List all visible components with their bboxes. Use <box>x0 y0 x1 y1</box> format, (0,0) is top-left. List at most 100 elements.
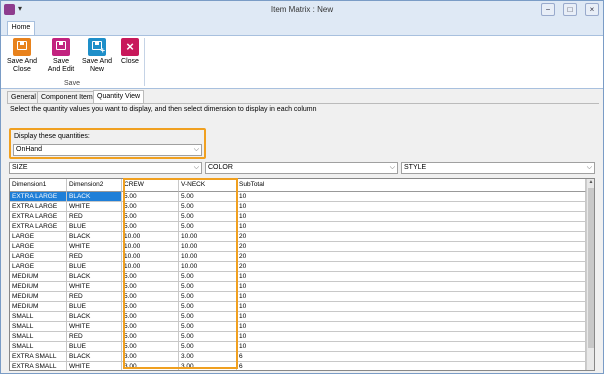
table-cell[interactable]: 10.00 <box>122 262 179 272</box>
table-cell[interactable]: 5.00 <box>122 202 179 212</box>
table-cell: WHITE <box>67 202 122 212</box>
quantity-grid[interactable]: Dimension1 Dimension2 CREW V-NECK SubTot… <box>9 178 595 371</box>
table-cell: RED <box>67 212 122 222</box>
table-cell[interactable]: 10.00 <box>179 232 237 242</box>
table-cell: BLACK <box>67 192 122 202</box>
ribbon-group-separator <box>144 38 145 86</box>
save-new-icon: + <box>88 38 106 56</box>
table-cell: BLUE <box>67 262 122 272</box>
table-cell: LARGE <box>10 252 67 262</box>
quantities-select[interactable]: OnHand ⌵ <box>13 144 202 156</box>
table-cell[interactable]: 5.00 <box>122 332 179 342</box>
table-cell: RED <box>67 332 122 342</box>
table-cell[interactable]: 10.00 <box>122 232 179 242</box>
table-cell[interactable]: 10.00 <box>179 262 237 272</box>
table-cell[interactable]: 5.00 <box>122 222 179 232</box>
table-cell[interactable]: 5.00 <box>122 292 179 302</box>
grid-scrollbar[interactable]: ▲ <box>586 179 594 370</box>
table-cell[interactable]: 10.00 <box>179 252 237 262</box>
table-cell[interactable]: 5.00 <box>179 342 237 352</box>
dimension3-select[interactable]: STYLE ⌵ <box>401 162 595 174</box>
table-cell: 10 <box>237 202 586 212</box>
table-cell: SMALL <box>10 312 67 322</box>
table-cell: EXTRA SMALL <box>10 362 67 370</box>
table-cell: 10 <box>237 192 586 202</box>
table-cell[interactable]: 5.00 <box>122 192 179 202</box>
save-and-close-button[interactable]: Save And Close <box>5 38 39 80</box>
ribbon-tab-strip: Home <box>1 21 603 35</box>
table-cell[interactable]: 10.00 <box>122 242 179 252</box>
table-cell[interactable]: 5.00 <box>179 282 237 292</box>
table-cell[interactable]: 5.00 <box>179 312 237 322</box>
table-cell: LARGE <box>10 262 67 272</box>
table-cell: RED <box>67 252 122 262</box>
table-cell: 10 <box>237 332 586 342</box>
table-cell: BLUE <box>67 222 122 232</box>
table-cell: BLACK <box>67 312 122 322</box>
scroll-thumb[interactable] <box>588 188 594 348</box>
table-cell[interactable]: 5.00 <box>122 212 179 222</box>
dimension1-select[interactable]: SIZE ⌵ <box>9 162 202 174</box>
table-cell[interactable]: 5.00 <box>179 322 237 332</box>
column-header[interactable]: V-NECK <box>179 179 237 192</box>
title-bar: ▾ Item Matrix : New − □ × <box>1 1 603 21</box>
table-cell[interactable]: 3.00 <box>122 352 179 362</box>
close-icon: × <box>121 38 139 56</box>
column-header[interactable]: Dimension2 <box>67 179 122 192</box>
table-cell: BLUE <box>67 302 122 312</box>
dimension2-select[interactable]: COLOR ⌵ <box>205 162 398 174</box>
ribbon-tab-home[interactable]: Home <box>7 21 35 35</box>
table-cell[interactable]: 5.00 <box>179 292 237 302</box>
table-cell[interactable]: 5.00 <box>179 332 237 342</box>
save-and-edit-button[interactable]: Save And Edit <box>43 38 79 80</box>
table-cell[interactable]: 5.00 <box>122 322 179 332</box>
column-header[interactable]: Dimension1 <box>10 179 67 192</box>
close-window-button[interactable]: × <box>585 3 599 16</box>
table-cell[interactable]: 5.00 <box>179 302 237 312</box>
column-header[interactable]: SubTotal <box>237 179 586 192</box>
scroll-up-icon[interactable]: ▲ <box>587 179 594 187</box>
table-cell[interactable]: 3.00 <box>179 352 237 362</box>
table-cell[interactable]: 5.00 <box>179 222 237 232</box>
table-cell: SMALL <box>10 322 67 332</box>
table-cell[interactable]: 5.00 <box>179 192 237 202</box>
table-cell: MEDIUM <box>10 302 67 312</box>
table-cell: MEDIUM <box>10 282 67 292</box>
tab-general[interactable]: General <box>7 91 40 103</box>
table-cell[interactable]: 5.00 <box>122 272 179 282</box>
table-cell[interactable]: 5.00 <box>122 342 179 352</box>
table-cell[interactable]: 10.00 <box>122 252 179 262</box>
table-cell: BLUE <box>67 342 122 352</box>
minimize-button[interactable]: − <box>541 3 555 16</box>
table-cell: WHITE <box>67 362 122 370</box>
table-cell: 10 <box>237 292 586 302</box>
table-cell[interactable]: 3.00 <box>179 362 237 370</box>
table-cell: MEDIUM <box>10 272 67 282</box>
close-button[interactable]: × Close <box>117 38 143 80</box>
table-cell: EXTRA LARGE <box>10 202 67 212</box>
table-cell[interactable]: 10.00 <box>179 242 237 252</box>
table-cell: EXTRA SMALL <box>10 352 67 362</box>
table-cell: 10 <box>237 322 586 332</box>
table-cell: 10 <box>237 212 586 222</box>
table-cell[interactable]: 5.00 <box>179 212 237 222</box>
table-cell: LARGE <box>10 242 67 252</box>
tab-quantity-view[interactable]: Quantity View <box>93 90 145 103</box>
table-cell: 10 <box>237 302 586 312</box>
ribbon: Save And Close Save And Edit + Save And … <box>1 35 603 89</box>
table-cell[interactable]: 5.00 <box>179 272 237 282</box>
table-cell: 20 <box>237 232 586 242</box>
table-cell: SMALL <box>10 342 67 352</box>
table-cell[interactable]: 5.00 <box>122 312 179 322</box>
table-cell[interactable]: 5.00 <box>179 202 237 212</box>
table-cell: WHITE <box>67 242 122 252</box>
tab-component-item[interactable]: Component Item <box>37 91 97 103</box>
table-cell: EXTRA LARGE <box>10 192 67 202</box>
column-header[interactable]: CREW <box>122 179 179 192</box>
table-cell: BLACK <box>67 232 122 242</box>
table-cell[interactable]: 5.00 <box>122 302 179 312</box>
restore-button[interactable]: □ <box>563 3 577 16</box>
table-cell[interactable]: 5.00 <box>122 282 179 292</box>
table-cell[interactable]: 3.00 <box>122 362 179 370</box>
save-and-new-button[interactable]: + Save And New <box>81 38 113 80</box>
